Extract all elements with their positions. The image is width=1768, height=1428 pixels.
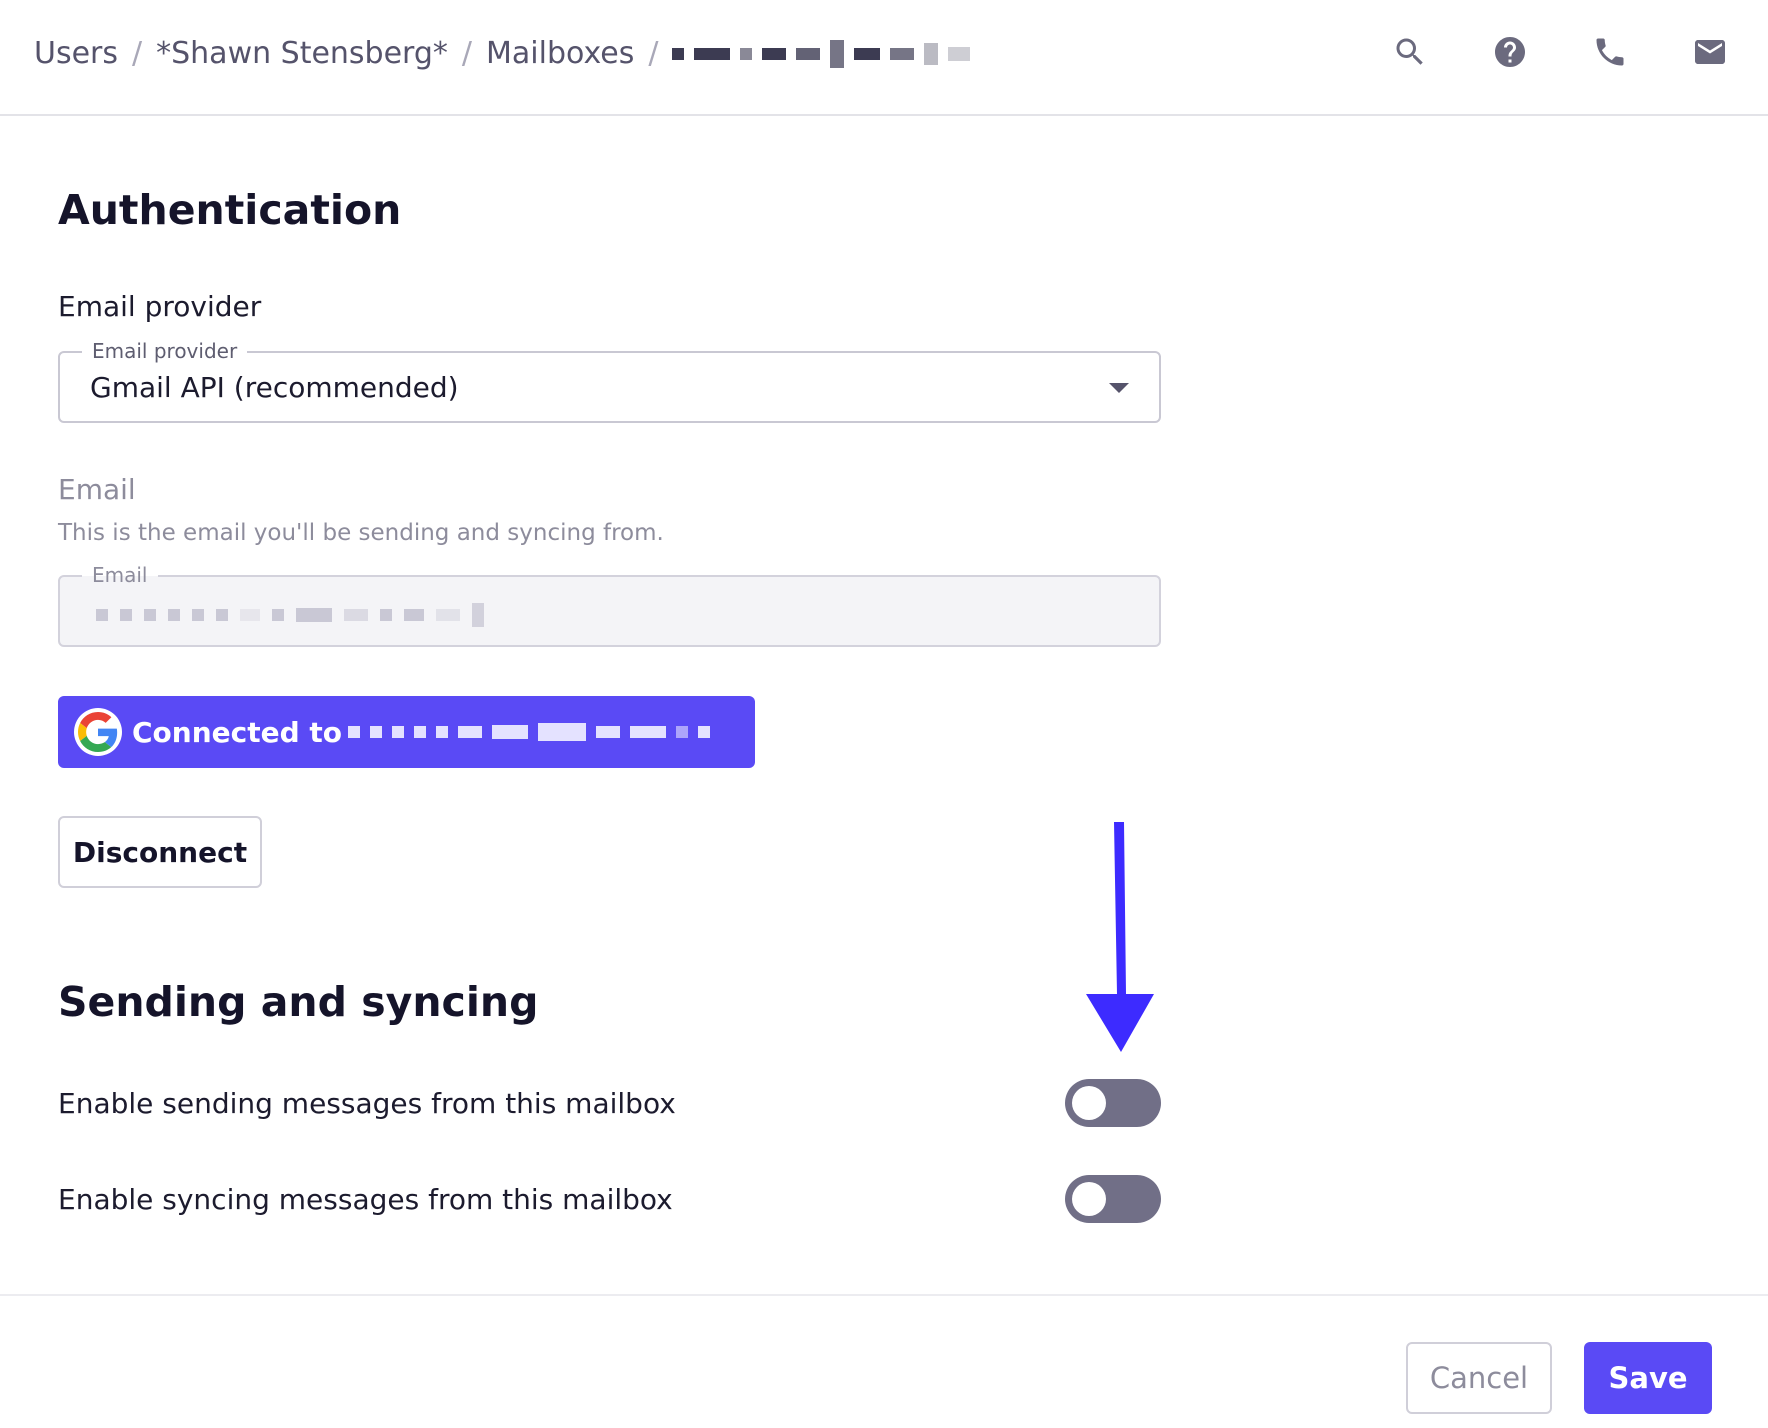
authentication-title: Authentication (58, 186, 402, 234)
email-field: Email (58, 563, 1161, 647)
syncing-toggle-label: Enable syncing messages from this mailbo… (58, 1182, 673, 1216)
email-field-legend: Email (82, 563, 158, 587)
email-provider-select[interactable]: Email provider Gmail API (recommended) (58, 339, 1161, 423)
help-icon[interactable] (1492, 34, 1528, 70)
cancel-button[interactable]: Cancel (1406, 1342, 1552, 1414)
breadcrumb: Users / *Shawn Stensberg* / Mailboxes / (34, 36, 971, 71)
sending-toggle-row: Enable sending messages from this mailbo… (58, 1079, 1161, 1127)
sending-toggle-label: Enable sending messages from this mailbo… (58, 1086, 676, 1120)
save-button[interactable]: Save (1584, 1342, 1712, 1414)
google-icon (74, 708, 122, 756)
header-actions (1392, 34, 1728, 70)
connected-account-button[interactable]: Connected to (58, 696, 755, 768)
breadcrumb-current-redacted (672, 39, 971, 69)
breadcrumb-user[interactable]: *Shawn Stensberg* (156, 36, 448, 71)
breadcrumb-separator: / (132, 36, 143, 71)
search-icon[interactable] (1392, 34, 1428, 70)
email-provider-value: Gmail API (recommended) (90, 371, 459, 404)
breadcrumb-separator: / (461, 36, 473, 71)
toggle-knob (1072, 1182, 1106, 1216)
email-label: Email (58, 473, 136, 506)
breadcrumb-users[interactable]: Users (34, 36, 118, 71)
connected-email-redacted (348, 717, 711, 747)
toggle-knob (1072, 1086, 1106, 1120)
syncing-toggle-row: Enable syncing messages from this mailbo… (58, 1175, 1161, 1223)
mail-icon[interactable] (1692, 34, 1728, 70)
breadcrumb-mailboxes[interactable]: Mailboxes (486, 36, 634, 71)
footer-bar: Cancel Save (0, 1294, 1768, 1428)
sending-syncing-title: Sending and syncing (58, 978, 539, 1026)
top-bar: Users / *Shawn Stensberg* / Mailboxes / (0, 0, 1768, 116)
email-value-redacted (96, 603, 484, 627)
email-provider-legend: Email provider (82, 339, 248, 363)
connected-label: Connected to (132, 715, 343, 749)
sending-toggle[interactable] (1065, 1079, 1161, 1127)
phone-icon[interactable] (1592, 34, 1628, 70)
email-provider-label: Email provider (58, 290, 262, 323)
disconnect-button[interactable]: Disconnect (58, 816, 262, 888)
annotation-arrow-icon (1086, 822, 1154, 1052)
email-hint: This is the email you'll be sending and … (58, 520, 664, 546)
chevron-down-icon (1109, 383, 1129, 393)
breadcrumb-separator: / (648, 36, 659, 71)
syncing-toggle[interactable] (1065, 1175, 1161, 1223)
